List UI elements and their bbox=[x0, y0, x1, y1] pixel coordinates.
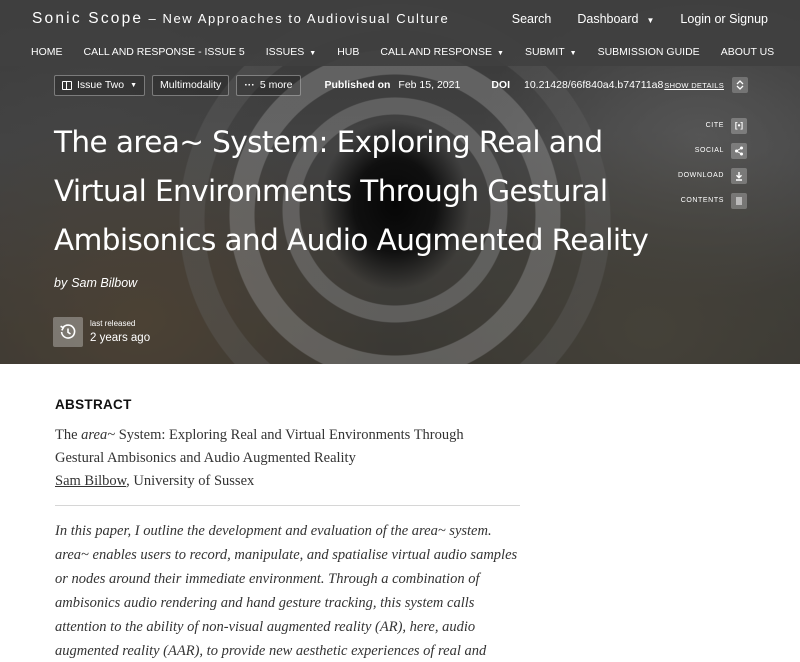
reference-title-start: The bbox=[55, 427, 82, 443]
site-header: Sonic Scope – New Approaches to Audiovis… bbox=[0, 0, 800, 38]
caret-down-icon: ▼ bbox=[497, 50, 504, 57]
abstract-text: In this paper, I outline the development… bbox=[55, 523, 518, 659]
more-tags-label: 5 more bbox=[259, 79, 293, 91]
contents-tool[interactable]: CONTENTS bbox=[678, 192, 747, 209]
byline: by Sam Bilbow bbox=[54, 276, 137, 290]
published-date: Feb 15, 2021 bbox=[398, 79, 461, 91]
release-label: last released bbox=[90, 318, 136, 328]
cite-label: CITE bbox=[705, 122, 724, 129]
abstract-heading: ABSTRACT bbox=[55, 397, 132, 412]
list-icon bbox=[731, 192, 747, 209]
nav-item-label: ABOUT US bbox=[720, 46, 775, 58]
doi-label: DOI bbox=[491, 79, 510, 91]
article-tools: CITE [•] SOCIAL DOWNLOAD CONTENTS bbox=[678, 117, 747, 217]
reference-block: The area~ System: Exploring Real and Vir… bbox=[55, 424, 525, 493]
article-meta-row: Issue Two ▼ Multimodality ··· 5 more Pub… bbox=[54, 74, 748, 96]
nav-item-submission-guide[interactable]: SUBMISSION GUIDE bbox=[598, 46, 700, 58]
nav-item-label: SUBMIT bbox=[524, 46, 565, 58]
reference-author-line: Sam Bilbow, University of Sussex bbox=[55, 470, 525, 493]
caret-down-icon: ▼ bbox=[646, 16, 655, 25]
release-text: last released 2 years ago bbox=[90, 319, 150, 346]
nav-item-hub[interactable]: HUB bbox=[337, 46, 359, 58]
nav-item-home[interactable]: HOME bbox=[31, 46, 63, 58]
history-icon bbox=[60, 324, 76, 339]
dashboard-label: Dashboard bbox=[577, 12, 639, 26]
release-history-button[interactable] bbox=[53, 317, 83, 347]
nav-item-label: CALL AND RESPONSE bbox=[380, 46, 493, 58]
search-link[interactable]: Search bbox=[512, 12, 552, 26]
nav-item-label: SUBMISSION GUIDE bbox=[597, 46, 700, 58]
social-tool[interactable]: SOCIAL bbox=[678, 142, 747, 159]
site-tagline: – New Approaches to Audiovisual Culture bbox=[143, 11, 450, 26]
doi-value[interactable]: 10.21428/66f840a4.b74711a8 bbox=[524, 79, 663, 91]
caret-down-icon: ▼ bbox=[309, 50, 317, 57]
main-nav: HOME CALL AND RESPONSE - ISSUE 5 ISSUES ▼ HU… bbox=[0, 38, 800, 66]
article-title: The area~ System: Exploring Real and Vir… bbox=[54, 125, 649, 257]
nav-item-label: CALL AND RESPONSE - ISSUE 5 bbox=[83, 46, 245, 58]
tag-chip[interactable]: Multimodality bbox=[152, 74, 230, 96]
header-actions: Search Dashboard ▼ Login or Signup bbox=[512, 12, 768, 26]
share-icon bbox=[731, 142, 747, 159]
nav-item-about-us[interactable]: ABOUT US bbox=[721, 46, 774, 58]
nav-item-issues[interactable]: ISSUES ▼ bbox=[266, 46, 316, 58]
nav-item-label: ISSUES bbox=[265, 46, 305, 58]
download-icon bbox=[731, 167, 747, 184]
book-icon bbox=[62, 80, 72, 90]
social-label: SOCIAL bbox=[694, 147, 724, 154]
more-tags-chip[interactable]: ··· 5 more bbox=[236, 74, 301, 96]
byline-prefix: by bbox=[54, 276, 68, 290]
login-signup-link[interactable]: Login or Signup bbox=[680, 12, 768, 26]
download-label: DOWNLOAD bbox=[677, 172, 724, 179]
chevron-updown-icon bbox=[736, 80, 744, 90]
issue-chip[interactable]: Issue Two ▼ bbox=[54, 74, 146, 96]
release-info: last released 2 years ago bbox=[53, 317, 150, 347]
nav-item-call-and-response[interactable]: CALL AND RESPONSE ▼ bbox=[380, 46, 504, 58]
reference-title-rest: System: Exploring Real and Virtual Envir… bbox=[115, 427, 464, 443]
divider bbox=[55, 505, 520, 506]
caret-down-icon: ▼ bbox=[130, 81, 138, 89]
expand-toggle-button[interactable] bbox=[732, 77, 748, 93]
nav-item-label: HOME bbox=[31, 46, 63, 58]
nav-item-call-and-response-issue-5[interactable]: CALL AND RESPONSE - ISSUE 5 bbox=[84, 46, 245, 58]
reference-author-link[interactable]: Sam Bilbow bbox=[55, 473, 126, 489]
issue-chip-label: Issue Two bbox=[77, 79, 125, 91]
release-value: 2 years ago bbox=[90, 331, 151, 344]
site-logo-link[interactable]: Sonic Scope – New Approaches to Audiovis… bbox=[32, 10, 449, 28]
reference-title-line-1: The area~ System: Exploring Real and Vir… bbox=[55, 424, 525, 447]
published-label: Published on bbox=[324, 79, 391, 91]
tag-chip-label: Multimodality bbox=[160, 79, 222, 91]
site-name: Sonic Scope bbox=[32, 10, 144, 27]
author-link[interactable]: Sam Bilbow bbox=[71, 276, 137, 290]
nav-item-label: HUB bbox=[337, 46, 360, 58]
show-details-link[interactable]: SHOW DETAILS bbox=[664, 81, 724, 90]
ellipsis-icon: ··· bbox=[244, 79, 255, 91]
download-tool[interactable]: DOWNLOAD bbox=[678, 167, 747, 184]
cite-tool[interactable]: CITE [•] bbox=[678, 117, 747, 134]
caret-down-icon: ▼ bbox=[569, 50, 577, 57]
reference-affiliation: , University of Sussex bbox=[126, 473, 255, 489]
reference-title-line-2: Gestural Ambisonics and Audio Augmented … bbox=[55, 450, 356, 466]
dashboard-menu[interactable]: Dashboard ▼ bbox=[577, 12, 654, 26]
cite-icon: [•] bbox=[731, 117, 747, 134]
contents-label: CONTENTS bbox=[680, 197, 724, 204]
nav-item-submit[interactable]: SUBMIT ▼ bbox=[525, 46, 577, 58]
reference-title-italic: area~ bbox=[81, 427, 116, 443]
